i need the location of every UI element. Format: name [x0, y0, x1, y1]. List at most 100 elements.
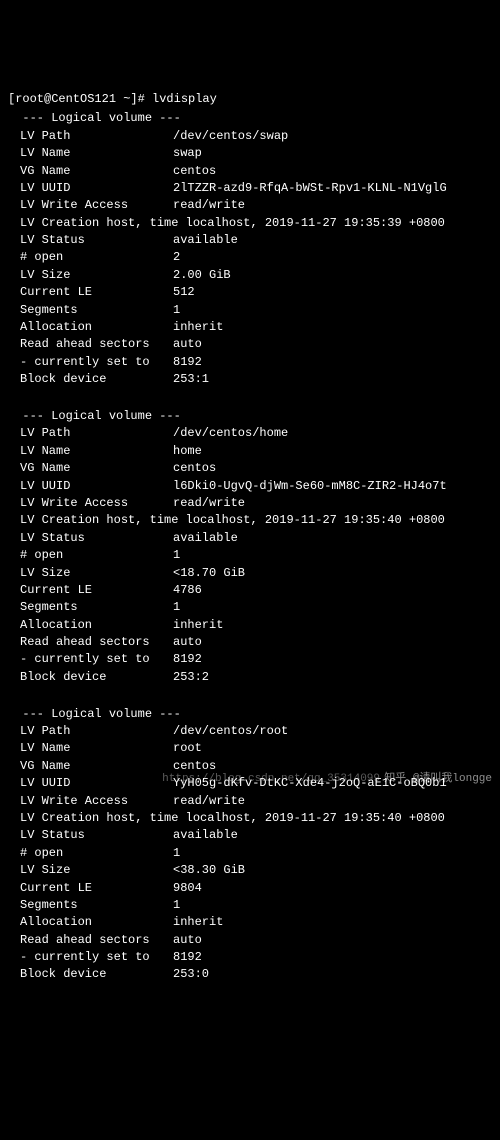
- field-value-open: 2: [173, 249, 492, 266]
- field-label-read_ahead: Read ahead sectors: [8, 634, 173, 651]
- field-label-lv_uuid: LV UUID: [8, 478, 173, 495]
- field-value-read_ahead: auto: [173, 336, 492, 353]
- field-label-open: # open: [8, 547, 173, 564]
- field-label-vg_name: VG Name: [8, 758, 173, 775]
- field-row: - currently set to8192: [8, 651, 492, 668]
- field-row: LV Nameroot: [8, 740, 492, 757]
- field-value-allocation: inherit: [173, 319, 492, 336]
- field-label-allocation: Allocation: [8, 914, 173, 931]
- field-value-lv_path: /dev/centos/home: [173, 425, 492, 442]
- field-label-segments: Segments: [8, 897, 173, 914]
- field-label-segments: Segments: [8, 599, 173, 616]
- field-row-creation: LV Creation host, time localhost, 2019-1…: [8, 810, 492, 827]
- field-label-lv_size: LV Size: [8, 862, 173, 879]
- field-value-vg_name: centos: [173, 460, 492, 477]
- field-row-creation: LV Creation host, time localhost, 2019-1…: [8, 512, 492, 529]
- field-row: # open2: [8, 249, 492, 266]
- field-label-lv_write_access: LV Write Access: [8, 793, 173, 810]
- field-label-lv_path: LV Path: [8, 128, 173, 145]
- field-label-lv_write_access: LV Write Access: [8, 495, 173, 512]
- field-value-allocation: inherit: [173, 914, 492, 931]
- field-row: LV Size2.00 GiB: [8, 267, 492, 284]
- field-value-allocation: inherit: [173, 617, 492, 634]
- field-row: LV Path/dev/centos/root: [8, 723, 492, 740]
- field-row: - currently set to8192: [8, 949, 492, 966]
- field-value-block_device: 253:0: [173, 966, 492, 983]
- field-label-current_le: Current LE: [8, 284, 173, 301]
- field-row: LV Namehome: [8, 443, 492, 460]
- field-value-lv_status: available: [173, 827, 492, 844]
- field-row: Read ahead sectorsauto: [8, 634, 492, 651]
- field-label-lv_size: LV Size: [8, 565, 173, 582]
- field-row: LV Write Accessread/write: [8, 197, 492, 214]
- field-value-currently_set: 8192: [173, 949, 492, 966]
- field-label-lv_status: LV Status: [8, 827, 173, 844]
- field-row-creation: LV Creation host, time localhost, 2019-1…: [8, 215, 492, 232]
- field-value-lv_uuid: l6Dki0-UgvQ-djWm-Se60-mM8C-ZIR2-HJ4o7t: [173, 478, 492, 495]
- field-label-lv_name: LV Name: [8, 443, 173, 460]
- field-value-current_le: 4786: [173, 582, 492, 599]
- field-label-current_le: Current LE: [8, 582, 173, 599]
- field-label-currently_set: - currently set to: [8, 949, 173, 966]
- field-label-read_ahead: Read ahead sectors: [8, 932, 173, 949]
- field-value-currently_set: 8192: [173, 651, 492, 668]
- field-label-lv_write_access: LV Write Access: [8, 197, 173, 214]
- field-row: Allocationinherit: [8, 617, 492, 634]
- field-label-lv_uuid: LV UUID: [8, 180, 173, 197]
- field-label-lv_size: LV Size: [8, 267, 173, 284]
- field-value-current_le: 9804: [173, 880, 492, 897]
- watermark-csdn: https://blog.csdn.net/qq_35314099: [162, 772, 380, 788]
- field-label-currently_set: - currently set to: [8, 651, 173, 668]
- field-label-lv_status: LV Status: [8, 232, 173, 249]
- field-label-current_le: Current LE: [8, 880, 173, 897]
- field-label-segments: Segments: [8, 302, 173, 319]
- field-value-vg_name: centos: [173, 163, 492, 180]
- field-row: Current LE512: [8, 284, 492, 301]
- field-label-vg_name: VG Name: [8, 163, 173, 180]
- field-label-allocation: Allocation: [8, 319, 173, 336]
- field-row: Segments1: [8, 897, 492, 914]
- field-row: Segments1: [8, 599, 492, 616]
- field-row: LV UUIDl6Dki0-UgvQ-djWm-Se60-mM8C-ZIR2-H…: [8, 478, 492, 495]
- field-value-lv_write_access: read/write: [173, 793, 492, 810]
- field-value-lv_size: <18.70 GiB: [173, 565, 492, 582]
- field-value-lv_name: swap: [173, 145, 492, 162]
- field-value-block_device: 253:1: [173, 371, 492, 388]
- field-label-lv_name: LV Name: [8, 145, 173, 162]
- field-value-lv_path: /dev/centos/root: [173, 723, 492, 740]
- logical-volume-header: --- Logical volume ---: [8, 408, 492, 425]
- field-row: Segments1: [8, 302, 492, 319]
- field-value-currently_set: 8192: [173, 354, 492, 371]
- field-value-lv_status: available: [173, 530, 492, 547]
- field-value-lv_name: home: [173, 443, 492, 460]
- blank-line: [8, 389, 492, 406]
- field-label-lv_status: LV Status: [8, 530, 173, 547]
- logical-volume-header: --- Logical volume ---: [8, 706, 492, 723]
- field-label-block_device: Block device: [8, 966, 173, 983]
- field-value-lv_size: 2.00 GiB: [173, 267, 492, 284]
- field-label-block_device: Block device: [8, 669, 173, 686]
- field-label-allocation: Allocation: [8, 617, 173, 634]
- field-value-read_ahead: auto: [173, 932, 492, 949]
- field-row: # open1: [8, 547, 492, 564]
- field-value-current_le: 512: [173, 284, 492, 301]
- field-row: Allocationinherit: [8, 319, 492, 336]
- field-value-lv_path: /dev/centos/swap: [173, 128, 492, 145]
- field-row: Block device253:2: [8, 669, 492, 686]
- field-value-lv_write_access: read/write: [173, 197, 492, 214]
- terminal-output: [root@CentOS121 ~]# lvdisplay --- Logica…: [8, 74, 492, 1002]
- field-value-open: 1: [173, 845, 492, 862]
- field-row: LV Statusavailable: [8, 232, 492, 249]
- field-row: LV Path/dev/centos/home: [8, 425, 492, 442]
- blank-line: [8, 686, 492, 703]
- field-row: LV Nameswap: [8, 145, 492, 162]
- field-row: LV Size<18.70 GiB: [8, 565, 492, 582]
- field-value-lv_size: <38.30 GiB: [173, 862, 492, 879]
- field-row: LV Path/dev/centos/swap: [8, 128, 492, 145]
- field-label-open: # open: [8, 249, 173, 266]
- field-row: LV UUID2lTZZR-azd9-RfqA-bWSt-Rpv1-KLNL-N…: [8, 180, 492, 197]
- field-label-lv_name: LV Name: [8, 740, 173, 757]
- field-value-lv_write_access: read/write: [173, 495, 492, 512]
- field-value-segments: 1: [173, 599, 492, 616]
- command-prompt: [root@CentOS121 ~]# lvdisplay: [8, 92, 217, 106]
